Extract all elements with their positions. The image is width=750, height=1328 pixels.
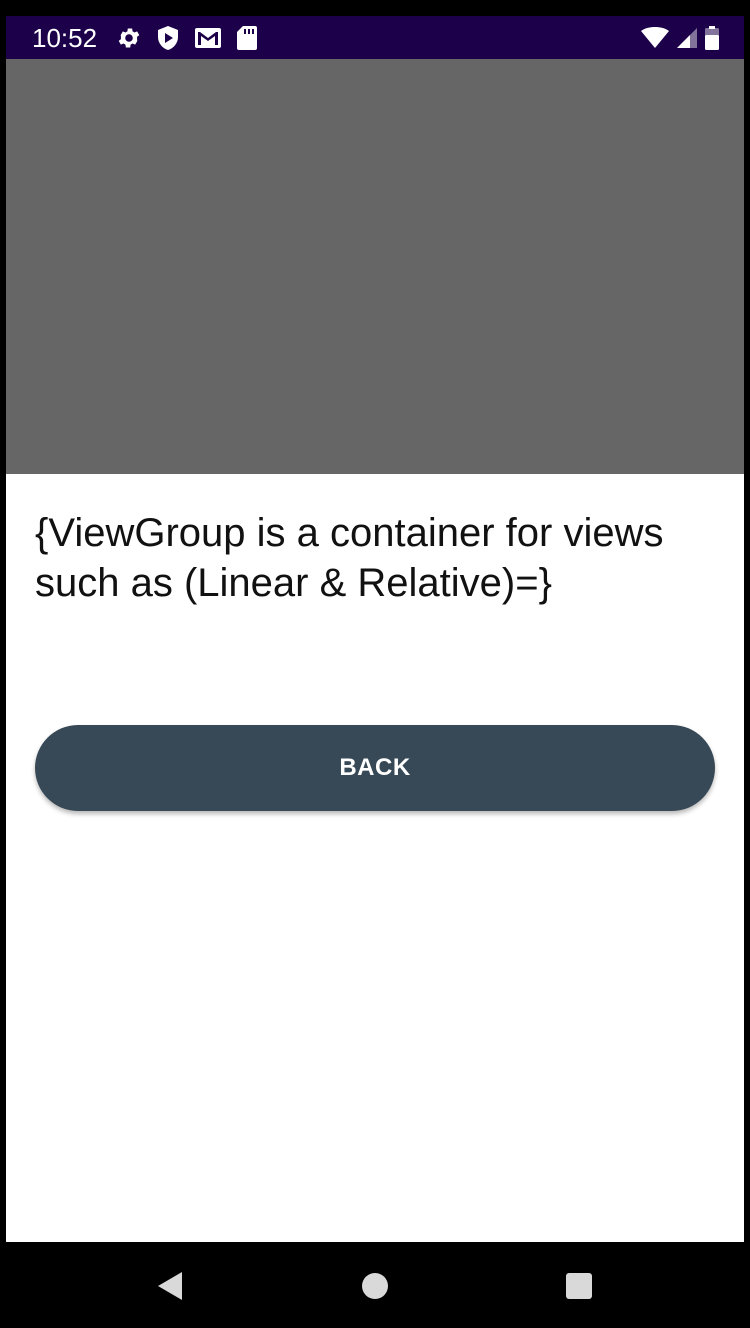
navigation-bar [0,1242,750,1328]
nav-recents-button[interactable] [561,1268,597,1304]
back-button[interactable]: BACK [35,725,715,811]
system-status-icons [640,24,720,52]
back-triangle-icon [158,1272,182,1300]
description-text: {ViewGroup is a container for views such… [35,511,664,605]
nav-home-button[interactable] [357,1268,393,1304]
gmail-icon [194,26,222,50]
home-circle-icon [362,1273,388,1299]
status-time: 10:52 [32,23,98,53]
settings-icon [116,25,142,51]
battery-icon [704,25,720,51]
sd-card-icon [236,25,258,51]
content-area: {ViewGroup is a container for views such… [6,474,744,1242]
cell-signal-icon [676,26,698,50]
shield-icon [156,25,180,51]
notification-icons [116,24,258,52]
nav-back-button[interactable] [152,1268,188,1304]
media-placeholder [6,59,744,474]
device-frame: 10:52 {ViewGroup is a container for view… [0,0,750,1328]
status-bar: 10:52 [6,16,744,59]
recents-square-icon [566,1273,592,1299]
wifi-icon [640,26,670,50]
